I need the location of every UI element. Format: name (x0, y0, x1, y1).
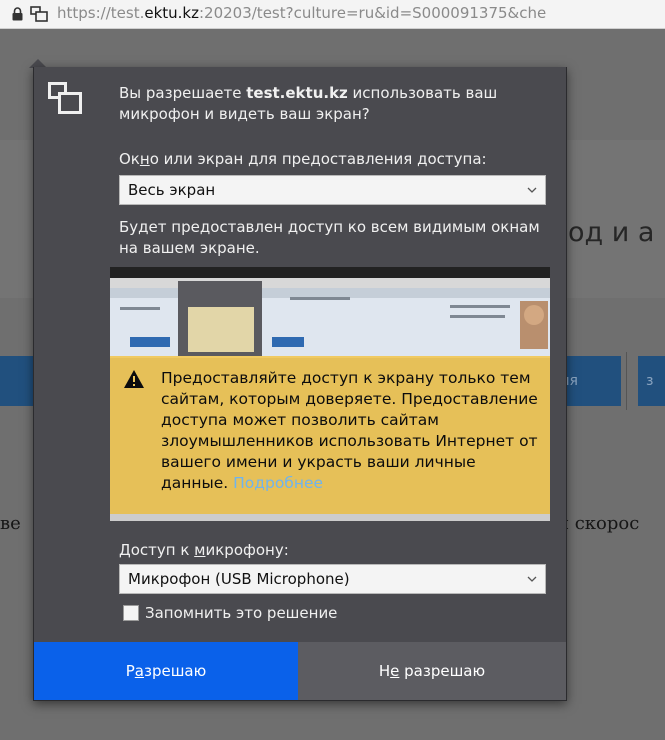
warning-line: сайтам, которым доверяете. Предоставлени… (161, 390, 538, 408)
background-button: з (638, 356, 665, 406)
chevron-down-icon (527, 576, 537, 582)
screen-select[interactable]: Весь экран (119, 175, 546, 205)
background-button (0, 356, 33, 406)
warning-icon (124, 370, 144, 388)
allow-button[interactable]: Разрешаю (34, 642, 298, 700)
screen-share-note: Будет предоставлен доступ ко всем видимы… (119, 218, 540, 257)
screen-select-value: Весь экран (128, 181, 216, 199)
warning-line: данные. (161, 474, 234, 492)
mic-select-value: Микрофон (USB Microphone) (128, 570, 350, 588)
learn-more-link[interactable]: Подробнее (233, 474, 323, 492)
warning-line: Предоставляйте доступ к экрану только те… (161, 369, 531, 387)
url-bar[interactable]: https://test.ektu.kz:20203/test?culture=… (0, 0, 665, 29)
permission-panel: Вы разрешаете test.ektu.kz использовать … (33, 67, 567, 701)
panel-footer: Разрешаю Не разрешаю (34, 642, 566, 700)
warning-text: Предоставляйте доступ к экрану только те… (161, 368, 546, 494)
chevron-down-icon (527, 187, 537, 193)
background-text: ве (0, 513, 21, 534)
background-text: и скорос (557, 513, 640, 534)
remember-checkbox[interactable] (123, 605, 139, 621)
mic-select-label: Доступ к микрофону: (119, 541, 289, 559)
lock-icon[interactable] (12, 7, 23, 21)
warning-line: злоумышленников использовать Интернет от (161, 432, 538, 450)
screen-select-label: Окно или экран для предоставления доступ… (119, 150, 487, 168)
deny-button[interactable]: Не разрешаю (298, 642, 566, 700)
warning-line: доступа может позволить сайтам (161, 411, 439, 429)
background-heading: од и а (568, 217, 655, 248)
warning-line: вашего имени и украсть ваши личные (161, 453, 476, 471)
remember-label[interactable]: Запомнить это решение (145, 604, 337, 622)
screen-share-icon[interactable] (30, 6, 48, 22)
screen-share-icon (48, 82, 82, 114)
permission-question: Вы разрешаете test.ektu.kz использовать … (119, 84, 498, 123)
url-text[interactable]: https://test.ektu.kz:20203/test?culture=… (57, 4, 546, 22)
mic-select[interactable]: Микрофон (USB Microphone) (119, 564, 546, 594)
background-divider (626, 352, 627, 410)
